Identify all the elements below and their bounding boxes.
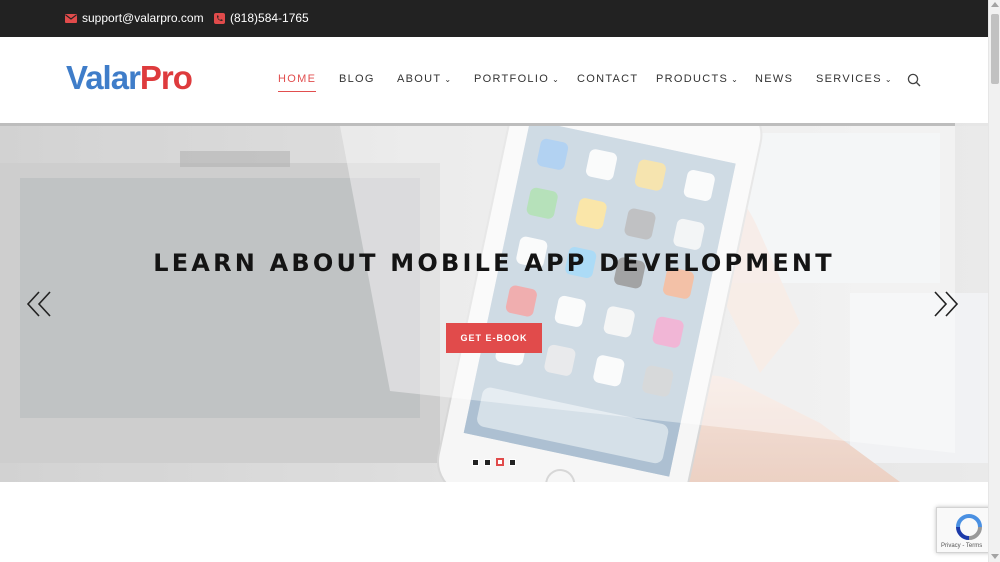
hero-background-image [0,123,988,482]
nav-label: SERVICES [816,73,882,85]
page-scrollbar[interactable] [988,0,1000,562]
nav-item-news[interactable]: NEWS [755,73,793,85]
nav-item-about[interactable]: ABOUT ⌄ [397,73,452,85]
contact-email[interactable]: support@valarpro.com [65,11,204,25]
nav-label: ABOUT [397,73,442,85]
main-nav: HOME BLOG ABOUT ⌄ PORTFOLIO ⌄ CONTACT PR… [0,73,988,93]
search-icon[interactable] [907,73,921,87]
envelope-icon [65,13,77,23]
get-ebook-button[interactable]: GET E-BOOK [446,323,542,353]
slider-dot-2[interactable] [484,459,491,466]
nav-item-contact[interactable]: CONTACT [577,73,638,85]
nav-item-products[interactable]: PRODUCTS ⌄ [656,73,739,85]
chevron-down-icon: ⌄ [552,74,561,84]
nav-item-home[interactable]: HOME [278,73,317,92]
prev-slide-arrow-icon[interactable] [25,290,55,318]
phone-icon [214,12,225,24]
slider-dot-1[interactable] [472,459,479,466]
chevron-down-icon: ⌄ [731,74,740,84]
slider-dot-3[interactable] [496,458,504,466]
contact-phone[interactable]: (818)584-1765 [214,11,309,25]
nav-label: CONTACT [577,73,639,85]
nav-label: PORTFOLIO [474,73,550,85]
contact-email-text[interactable]: support@valarpro.com [82,11,204,25]
scroll-down-arrow-icon[interactable] [991,554,999,559]
scrollbar-thumb[interactable] [991,14,999,84]
slider-dot-4[interactable] [509,459,516,466]
chevron-down-icon: ⌄ [444,74,453,84]
site-header: ValarPro HOME BLOG ABOUT ⌄ PORTFOLIO ⌄ C… [0,37,988,123]
nav-item-blog[interactable]: BLOG [339,73,375,85]
nav-label: BLOG [339,73,375,85]
hero-title: LEARN ABOUT MOBILE APP DEVELOPMENT [153,249,835,277]
nav-item-services[interactable]: SERVICES ⌄ [816,73,893,85]
nav-label: PRODUCTS [656,73,729,85]
top-contact-bar: support@valarpro.com (818)584-1765 [0,0,1000,37]
recaptcha-icon [956,514,982,540]
nav-item-portfolio[interactable]: PORTFOLIO ⌄ [474,73,560,85]
hero-top-divider [0,123,955,126]
slider-pagination [472,458,516,466]
hero-slider: LEARN ABOUT MOBILE APP DEVELOPMENT GET E… [0,123,988,482]
chevron-down-icon: ⌄ [884,74,893,84]
contact-phone-text[interactable]: (818)584-1765 [230,11,309,25]
nav-label: HOME [278,73,317,85]
nav-label: NEWS [755,73,794,85]
scroll-up-arrow-icon[interactable] [991,2,999,7]
next-slide-arrow-icon[interactable] [930,290,960,318]
recaptcha-links[interactable]: Privacy - Terms [941,543,982,549]
